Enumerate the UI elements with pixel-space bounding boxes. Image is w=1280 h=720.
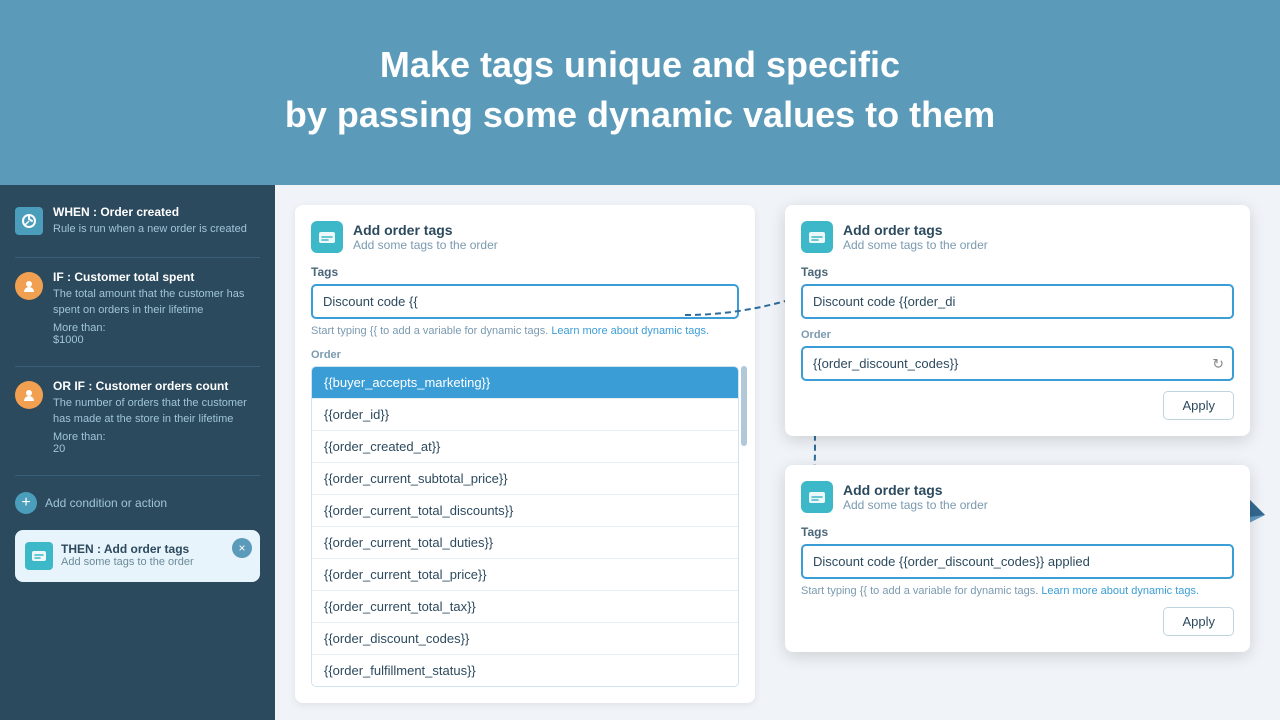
if1-icon bbox=[15, 272, 43, 300]
then-icon bbox=[25, 542, 53, 570]
overlay1-var-input[interactable] bbox=[801, 346, 1234, 381]
main-card: Add order tags Add some tags to the orde… bbox=[295, 205, 755, 703]
card-header: Add order tags Add some tags to the orde… bbox=[311, 221, 739, 253]
add-condition-label: Add condition or action bbox=[45, 496, 167, 510]
dropdown-list: {{buyer_accepts_marketing}} {{order_id}}… bbox=[311, 366, 739, 687]
sidebar-item-when: WHEN : Order created Rule is run when a … bbox=[15, 205, 260, 237]
add-condition-button[interactable]: + Add condition or action bbox=[15, 488, 260, 518]
overlay2-icon bbox=[801, 481, 833, 513]
dropdown-scroll-area: {{buyer_accepts_marketing}} {{order_id}}… bbox=[311, 366, 739, 687]
scroll-thumb[interactable] bbox=[741, 366, 747, 446]
sidebar-item-if1: IF : Customer total spent The total amou… bbox=[15, 270, 260, 346]
main-panel: Add order tags Add some tags to the orde… bbox=[275, 185, 1280, 720]
overlay-card-2: Add order tags Add some tags to the orde… bbox=[785, 465, 1250, 652]
overlay2-tags-label: Tags bbox=[801, 525, 1234, 539]
content-area: WHEN : Order created Rule is run when a … bbox=[0, 185, 1280, 720]
overlay1-header: Add order tags Add some tags to the orde… bbox=[801, 221, 1234, 253]
overlay1-order-label: Order bbox=[801, 329, 1234, 341]
sidebar: WHEN : Order created Rule is run when a … bbox=[0, 185, 275, 720]
if1-text: IF : Customer total spent The total amou… bbox=[53, 270, 260, 346]
dropdown-item-0[interactable]: {{buyer_accepts_marketing}} bbox=[312, 367, 738, 399]
overlay1-title-group: Add order tags Add some tags to the orde… bbox=[843, 222, 988, 252]
dropdown-item-4[interactable]: {{order_current_total_discounts}} bbox=[312, 495, 738, 527]
card-subtitle: Add some tags to the order bbox=[353, 238, 498, 252]
tags-input[interactable] bbox=[311, 284, 739, 319]
card-title: Add order tags bbox=[353, 222, 498, 238]
learn-more-link[interactable]: Learn more about dynamic tags. bbox=[551, 325, 709, 337]
tags-hint: Start typing {{ to add a variable for dy… bbox=[311, 325, 739, 337]
overlay2-tags-input[interactable] bbox=[801, 544, 1234, 579]
card-title-group: Add order tags Add some tags to the orde… bbox=[353, 222, 498, 252]
overlay-card-1: Add order tags Add some tags to the orde… bbox=[785, 205, 1250, 436]
overlay1-refresh-icon: ↻ bbox=[1212, 355, 1224, 372]
overlay1-title: Add order tags bbox=[843, 222, 988, 238]
or-if-icon bbox=[15, 381, 43, 409]
overlay1-icon bbox=[801, 221, 833, 253]
dropdown-item-2[interactable]: {{order_created_at}} bbox=[312, 431, 738, 463]
hero-section: Make tags unique and specific by passing… bbox=[0, 0, 1280, 171]
overlay2-hint: Start typing {{ to add a variable for dy… bbox=[801, 585, 1234, 597]
hero-title: Make tags unique and specific by passing… bbox=[20, 40, 1260, 141]
sidebar-item-then: × THEN : Add order tags Add some tags to… bbox=[15, 530, 260, 582]
dropdown-item-3[interactable]: {{order_current_subtotal_price}} bbox=[312, 463, 738, 495]
then-text: THEN : Add order tags Add some tags to t… bbox=[61, 542, 194, 568]
overlay2-subtitle: Add some tags to the order bbox=[843, 498, 988, 512]
overlay2-apply-row: Apply bbox=[801, 597, 1234, 636]
card-icon bbox=[311, 221, 343, 253]
plus-icon: + bbox=[15, 492, 37, 514]
order-section-label: Order bbox=[311, 349, 739, 361]
or-if-text: OR IF : Customer orders count The number… bbox=[53, 379, 260, 455]
dropdown-item-7[interactable]: {{order_current_total_tax}} bbox=[312, 591, 738, 623]
divider-1 bbox=[15, 257, 260, 258]
overlay2-apply-button[interactable]: Apply bbox=[1163, 607, 1234, 636]
overlay2-header: Add order tags Add some tags to the orde… bbox=[801, 481, 1234, 513]
tags-label: Tags bbox=[311, 265, 739, 279]
overlay2-title: Add order tags bbox=[843, 482, 988, 498]
overlay1-subtitle: Add some tags to the order bbox=[843, 238, 988, 252]
dropdown-item-1[interactable]: {{order_id}} bbox=[312, 399, 738, 431]
overlay2-learn-more-link[interactable]: Learn more about dynamic tags. bbox=[1041, 585, 1199, 597]
sidebar-item-or-if: OR IF : Customer orders count The number… bbox=[15, 379, 260, 455]
close-button[interactable]: × bbox=[232, 538, 252, 558]
overlay1-apply-row: Apply bbox=[801, 381, 1234, 420]
dropdown-item-9[interactable]: {{order_fulfillment_status}} bbox=[312, 655, 738, 686]
divider-2 bbox=[15, 366, 260, 367]
when-text: WHEN : Order created Rule is run when a … bbox=[53, 205, 247, 237]
overlay1-var-row: ↻ bbox=[801, 346, 1234, 381]
divider-3 bbox=[15, 475, 260, 476]
when-icon bbox=[15, 207, 43, 235]
dropdown-item-6[interactable]: {{order_current_total_price}} bbox=[312, 559, 738, 591]
overlay1-tags-label: Tags bbox=[801, 265, 1234, 279]
overlay1-tags-input[interactable] bbox=[801, 284, 1234, 319]
dropdown-item-5[interactable]: {{order_current_total_duties}} bbox=[312, 527, 738, 559]
dropdown-item-8[interactable]: {{order_discount_codes}} bbox=[312, 623, 738, 655]
overlay2-title-group: Add order tags Add some tags to the orde… bbox=[843, 482, 988, 512]
overlay1-apply-button[interactable]: Apply bbox=[1163, 391, 1234, 420]
